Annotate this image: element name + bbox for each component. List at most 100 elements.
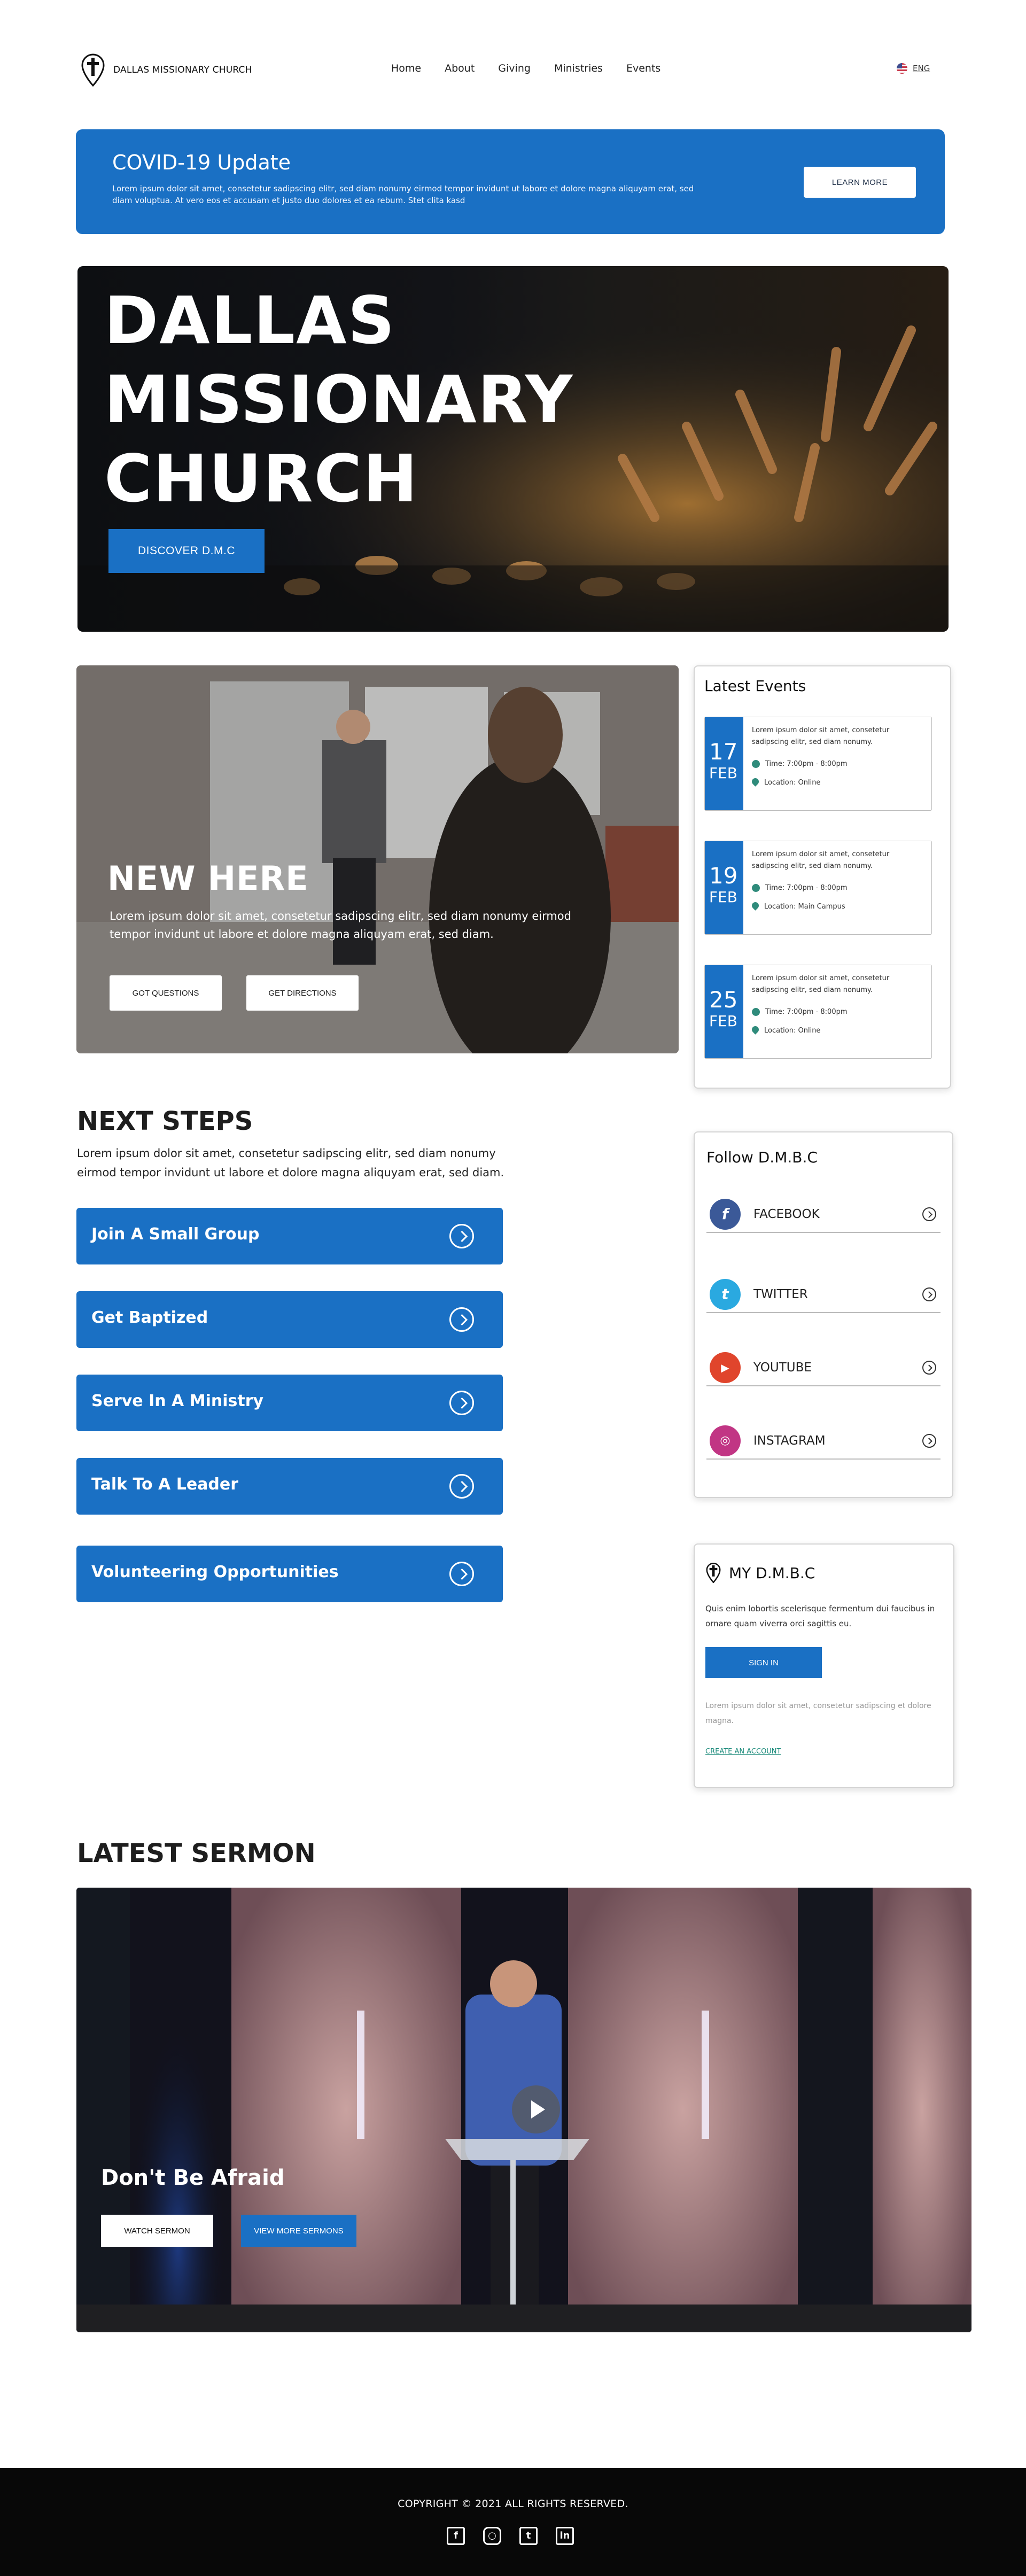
sign-in-button[interactable]: SIGN IN bbox=[705, 1647, 822, 1678]
step-label: Talk To A Leader bbox=[91, 1475, 239, 1494]
step-label: Join A Small Group bbox=[91, 1225, 260, 1244]
event-date: 17 FEB bbox=[705, 717, 743, 810]
nav-giving[interactable]: Giving bbox=[498, 63, 531, 74]
learn-more-button[interactable]: LEARN MORE bbox=[804, 167, 916, 198]
step-serve-ministry[interactable]: Serve In A Ministry bbox=[76, 1375, 503, 1431]
watch-sermon-button[interactable]: WATCH SERMON bbox=[101, 2215, 213, 2247]
step-label: Get Baptized bbox=[91, 1308, 208, 1327]
step-volunteering[interactable]: Volunteering Opportunities bbox=[76, 1546, 503, 1602]
logo[interactable]: DALLAS MISSIONARY CHURCH bbox=[80, 53, 252, 87]
event-day: 17 bbox=[709, 739, 738, 765]
social-instagram[interactable]: ◎ INSTAGRAM bbox=[706, 1422, 941, 1460]
view-more-sermons-button[interactable]: VIEW MORE SERMONS bbox=[241, 2215, 356, 2247]
event-item[interactable]: 17 FEB Lorem ipsum dolor sit amet, conse… bbox=[704, 717, 932, 811]
my-dmbc-card: MY D.M.B.C Quis enim lobortis scelerisqu… bbox=[694, 1543, 954, 1788]
social-label: FACEBOOK bbox=[753, 1207, 820, 1221]
my-dmbc-note: Lorem ipsum dolor sit amet, consetetur s… bbox=[705, 1702, 931, 1725]
event-location: Location: Online bbox=[752, 1026, 820, 1035]
social-twitter[interactable]: t TWITTER bbox=[706, 1276, 941, 1313]
event-date: 19 FEB bbox=[705, 841, 743, 934]
create-account-link[interactable]: CREATE AN ACCOUNT bbox=[705, 1748, 781, 1756]
discover-button[interactable]: DISCOVER D.M.C bbox=[108, 529, 265, 573]
language-label: ENG bbox=[913, 64, 930, 73]
follow-title: Follow D.M.B.C bbox=[706, 1149, 818, 1166]
chevron-right-circle-icon bbox=[449, 1224, 474, 1248]
language-selector[interactable]: ENG bbox=[897, 63, 930, 74]
chevron-right-circle-icon bbox=[449, 1391, 474, 1415]
hero-title-line: MISSIONARY bbox=[104, 362, 574, 438]
social-facebook[interactable]: f FACEBOOK bbox=[706, 1196, 941, 1233]
event-description: Lorem ipsum dolor sit amet, consetetur s… bbox=[752, 974, 890, 994]
covid-text: Lorem ipsum dolor sit amet, consetetur s… bbox=[112, 184, 694, 205]
event-month: FEB bbox=[709, 764, 738, 782]
facebook-icon: f bbox=[710, 1199, 741, 1230]
copyright-text: COPYRIGHT © 2021 ALL RIGHTS RESERVED. bbox=[398, 2498, 628, 2510]
new-here-card: NEW HERE Lorem ipsum dolor sit amet, con… bbox=[76, 665, 679, 1053]
step-get-baptized[interactable]: Get Baptized bbox=[76, 1291, 503, 1348]
chevron-right-circle-icon bbox=[449, 1474, 474, 1499]
event-time: Time: 7:00pm - 8:00pm bbox=[752, 884, 848, 892]
linkedin-icon[interactable]: in bbox=[556, 2527, 574, 2545]
step-label: Serve In A Ministry bbox=[91, 1392, 264, 1410]
chevron-right-circle-icon bbox=[449, 1307, 474, 1332]
hero-title: DALLAS MISSIONARY CHURCH bbox=[104, 281, 573, 518]
social-label: YOUTUBE bbox=[753, 1361, 812, 1375]
church-logo-icon bbox=[706, 1563, 721, 1583]
event-date: 25 FEB bbox=[705, 965, 743, 1058]
events-title: Latest Events bbox=[704, 677, 806, 695]
new-here-text: Lorem ipsum dolor sit amet, consetetur s… bbox=[110, 910, 571, 941]
event-time: Time: 7:00pm - 8:00pm bbox=[752, 760, 848, 768]
twitter-icon[interactable]: t bbox=[519, 2527, 538, 2545]
logo-text: DALLAS MISSIONARY CHURCH bbox=[113, 65, 252, 75]
event-item[interactable]: 19 FEB Lorem ipsum dolor sit amet, conse… bbox=[704, 841, 932, 935]
new-here-title: NEW HERE bbox=[107, 859, 309, 898]
event-day: 25 bbox=[709, 987, 738, 1013]
event-location: Location: Online bbox=[752, 778, 820, 787]
next-steps-text: Lorem ipsum dolor sit amet, consetetur s… bbox=[77, 1147, 504, 1179]
chevron-right-circle-icon bbox=[922, 1207, 936, 1221]
get-directions-button[interactable]: GET DIRECTIONS bbox=[246, 975, 359, 1011]
nav-events[interactable]: Events bbox=[626, 63, 660, 74]
twitter-icon: t bbox=[710, 1279, 741, 1310]
social-label: INSTAGRAM bbox=[753, 1434, 826, 1448]
instagram-icon[interactable]: ○ bbox=[483, 2527, 501, 2545]
event-location: Location: Main Campus bbox=[752, 902, 845, 911]
social-youtube[interactable]: ▶ YOUTUBE bbox=[706, 1349, 941, 1386]
location-pin-icon bbox=[752, 1026, 759, 1035]
step-join-small-group[interactable]: Join A Small Group bbox=[76, 1208, 503, 1264]
event-location-text: Location: Main Campus bbox=[764, 902, 845, 911]
event-description: Lorem ipsum dolor sit amet, consetetur s… bbox=[752, 726, 890, 746]
event-time-text: Time: 7:00pm - 8:00pm bbox=[765, 884, 848, 892]
site-footer: COPYRIGHT © 2021 ALL RIGHTS RESERVED. f … bbox=[0, 2468, 1026, 2576]
step-label: Volunteering Opportunities bbox=[91, 1563, 339, 1581]
nav-ministries[interactable]: Ministries bbox=[554, 63, 603, 74]
play-icon[interactable] bbox=[512, 2085, 560, 2133]
chevron-right-circle-icon bbox=[449, 1562, 474, 1586]
clock-icon bbox=[752, 884, 760, 892]
nav-about[interactable]: About bbox=[445, 63, 475, 74]
next-steps-title: NEXT STEPS bbox=[77, 1106, 253, 1136]
main-nav: Home About Giving Ministries Events bbox=[391, 63, 660, 74]
step-talk-to-leader[interactable]: Talk To A Leader bbox=[76, 1458, 503, 1515]
covid-title: COVID-19 Update bbox=[112, 151, 291, 174]
event-description: Lorem ipsum dolor sit amet, consetetur s… bbox=[752, 850, 890, 870]
got-questions-button[interactable]: GOT QUESTIONS bbox=[110, 975, 222, 1011]
instagram-icon: ◎ bbox=[710, 1425, 741, 1456]
clock-icon bbox=[752, 760, 760, 768]
sermon-title: Don't Be Afraid bbox=[101, 2166, 285, 2190]
us-flag-icon bbox=[897, 63, 907, 74]
hero-title-line: CHURCH bbox=[104, 441, 419, 517]
my-dmbc-header: MY D.M.B.C bbox=[705, 1563, 815, 1583]
nav-home[interactable]: Home bbox=[391, 63, 421, 74]
chevron-right-circle-icon bbox=[922, 1434, 936, 1448]
event-time: Time: 7:00pm - 8:00pm bbox=[752, 1008, 848, 1016]
facebook-icon[interactable]: f bbox=[447, 2527, 465, 2545]
hero-banner: DALLAS MISSIONARY CHURCH DISCOVER D.M.C bbox=[77, 266, 949, 632]
event-time-text: Time: 7:00pm - 8:00pm bbox=[765, 760, 848, 768]
event-location-text: Location: Online bbox=[764, 778, 821, 787]
my-dmbc-title: MY D.M.B.C bbox=[729, 1564, 815, 1582]
event-item[interactable]: 25 FEB Lorem ipsum dolor sit amet, conse… bbox=[704, 965, 932, 1059]
event-location-text: Location: Online bbox=[764, 1026, 821, 1035]
hero-title-line: DALLAS bbox=[104, 283, 396, 359]
follow-card: Follow D.M.B.C f FACEBOOK t TWITTER ▶ YO… bbox=[694, 1131, 953, 1498]
